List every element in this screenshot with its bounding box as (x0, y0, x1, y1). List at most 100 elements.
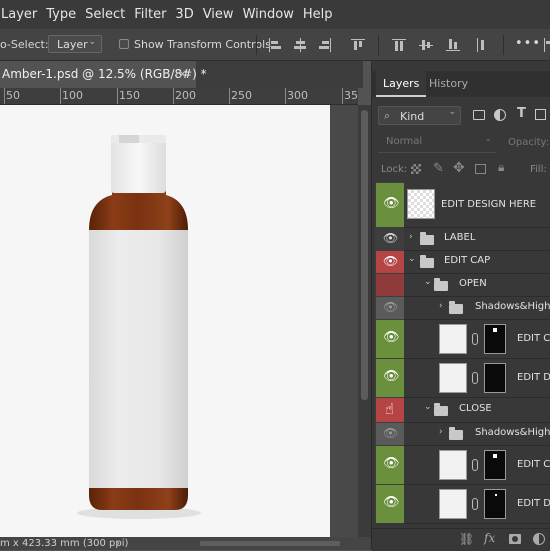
folder-icon (449, 301, 463, 314)
close-tab-icon[interactable]: × (177, 61, 188, 88)
align-left-icon[interactable] (543, 38, 550, 52)
filter-kind-dropdown[interactable]: ⌕ Kind ⌄ (378, 106, 461, 125)
scrollbar-thumb[interactable] (361, 110, 368, 400)
menu-3d[interactable]: 3D (175, 7, 193, 22)
chevron-down-icon[interactable]: ⌄ (408, 254, 416, 264)
align-top-icon[interactable] (351, 38, 365, 52)
layer-mask-thumbnail[interactable] (484, 450, 506, 480)
distribute-vcenter-icon[interactable] (419, 38, 433, 52)
layer-group-row[interactable]: › Shadows&Highligh (404, 423, 550, 446)
align-horizontal-center-icon[interactable] (293, 38, 307, 52)
visibility-toggle[interactable]: 👁︎ (376, 423, 404, 445)
lock-artboard-icon[interactable] (475, 164, 486, 174)
chevron-right-icon[interactable]: › (439, 427, 443, 437)
mask-icon[interactable] (509, 534, 521, 544)
layer-mask-thumbnail[interactable] (484, 489, 506, 519)
menu-view[interactable]: View (203, 7, 234, 22)
ruler-number: 150 (119, 89, 140, 102)
layer-group-row[interactable]: ⌄ CLOSE (404, 398, 550, 423)
layer-name: LABEL (444, 232, 476, 243)
auto-select-value: Layer (57, 38, 88, 51)
align-left-icon[interactable] (268, 38, 282, 52)
shape-filter-icon[interactable] (535, 109, 546, 120)
tab-layers[interactable]: Layers (376, 71, 427, 97)
visibility-toggle[interactable]: 👁︎ (376, 228, 404, 250)
visibility-toggle[interactable]: 👁︎ (376, 359, 404, 397)
chevron-down-icon[interactable]: ⌄ (424, 402, 432, 412)
menu-help[interactable]: Help (303, 7, 333, 22)
layer-group-row[interactable]: ⌄ OPEN (404, 274, 550, 297)
eye-icon: 👁︎ (383, 369, 400, 384)
link-icon[interactable] (472, 498, 478, 510)
visibility-toggle[interactable]: 👁︎ (376, 320, 404, 358)
visibility-toggle[interactable]: 👁︎ (376, 485, 404, 523)
separator (503, 35, 504, 55)
fill-label: Fill: (530, 164, 547, 175)
link-icon[interactable] (472, 333, 478, 345)
layer-row[interactable]: EDIT DI (404, 485, 550, 524)
visibility-toggle[interactable]: 👁︎ (376, 251, 404, 273)
menu-bar: Layer Type Select Filter 3D View Window … (0, 0, 550, 29)
adjustment-filter-icon[interactable] (494, 109, 506, 121)
ruler-number: 300 (287, 89, 308, 102)
layer-name: Shadows&Highligh (475, 301, 550, 312)
lock-move-icon[interactable]: ✥ (453, 160, 465, 176)
show-transform-checkbox[interactable] (119, 39, 129, 49)
folder-icon (434, 403, 448, 416)
options-bar: o-Select: Layer ⌄ Show Transform Control… (0, 29, 550, 61)
layer-row[interactable]: EDIT CA (404, 320, 550, 359)
adjustment-icon[interactable] (533, 533, 545, 545)
menu-window[interactable]: Window (243, 7, 294, 22)
horizontal-scrollbar[interactable] (200, 541, 340, 546)
layer-mask-thumbnail[interactable] (484, 363, 506, 393)
lock-transparency-icon[interactable] (411, 164, 421, 174)
layer-name: CLOSE (459, 403, 492, 414)
visibility-toggle[interactable]: 👁︎ (376, 446, 404, 484)
type-filter-icon[interactable]: T (517, 106, 526, 121)
layer-row[interactable]: EDIT DI (404, 359, 550, 398)
document-tab[interactable]: Amber-1.psd @ 12.5% (RGB/8#) * × (0, 61, 207, 88)
align-right-icon[interactable] (318, 38, 332, 52)
chevron-right-icon[interactable]: › (439, 301, 443, 311)
distribute-top-icon[interactable] (392, 38, 406, 52)
visibility-toggle[interactable]: ☝︎ (376, 398, 404, 422)
status-arrow-icon[interactable]: › (116, 537, 120, 550)
lock-all-icon[interactable]: 🔒︎ (498, 160, 504, 175)
fx-icon[interactable]: fx (484, 531, 495, 545)
eye-icon: 👁︎ (383, 330, 400, 345)
visibility-toggle[interactable]: 👁︎ (376, 183, 404, 227)
chevron-down-icon[interactable]: ⌄ (424, 277, 432, 287)
link-icon[interactable]: ⛓︎ (459, 532, 474, 546)
opacity-label: Opacity: (508, 137, 550, 148)
folder-icon (434, 278, 448, 291)
menu-filter[interactable]: Filter (134, 7, 166, 22)
layer-group-row[interactable]: › Shadows&Highligh (404, 297, 550, 320)
visibility-toggle[interactable] (376, 274, 404, 296)
document-canvas[interactable] (0, 105, 330, 537)
layer-mask-thumbnail[interactable] (484, 324, 506, 354)
lock-paint-icon[interactable]: ✎ (433, 161, 444, 176)
image-filter-icon[interactable] (473, 110, 485, 120)
layer-row[interactable]: EDIT DESIGN HERE (404, 183, 550, 228)
layer-row[interactable]: EDIT CA (404, 446, 550, 485)
menu-type[interactable]: Type (46, 7, 76, 22)
layer-name: OPEN (459, 278, 487, 289)
link-icon[interactable] (472, 372, 478, 384)
distribute-bottom-icon[interactable] (446, 38, 460, 52)
visibility-toggle[interactable]: 👁︎ (376, 297, 404, 319)
layer-group-row[interactable]: ⌄ EDIT CAP (404, 251, 550, 274)
layer-name: Shadows&Highligh (475, 427, 550, 438)
tab-history[interactable]: History (422, 71, 475, 97)
link-icon[interactable] (472, 459, 478, 471)
layer-group-row[interactable]: › LABEL (404, 228, 550, 251)
auto-select-dropdown[interactable]: Layer ⌄ (48, 35, 102, 53)
eye-icon: 👁︎ (383, 456, 400, 471)
menu-layer[interactable]: Layer (1, 7, 37, 22)
menu-select[interactable]: Select (85, 7, 125, 22)
layer-name: EDIT CA (517, 459, 550, 470)
more-options-icon[interactable]: ••• (515, 36, 541, 51)
chevron-right-icon[interactable]: › (409, 232, 413, 242)
status-bar: m x 423.33 mm (300 ppi) › (0, 537, 371, 550)
blend-mode-dropdown[interactable]: Normal ⌄ (378, 134, 496, 153)
distribute-left-icon[interactable] (476, 38, 490, 52)
